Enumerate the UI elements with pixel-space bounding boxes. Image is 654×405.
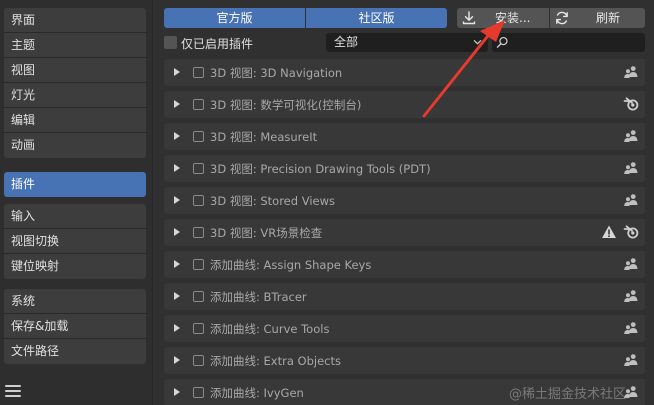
addon-row[interactable]: 添加曲线: Assign Shape Keys xyxy=(164,251,645,278)
search-icon xyxy=(496,36,508,48)
addon-row[interactable]: 添加曲线: Curve Tools xyxy=(164,315,645,342)
sidebar-group-general: 界面 主题 视图 灯光 编辑 动画 xyxy=(4,8,146,158)
addon-name: 添加曲线: BTracer xyxy=(210,290,307,304)
addon-name: 3D 视图: 3D Navigation xyxy=(210,66,343,80)
expand-arrow-icon[interactable] xyxy=(174,196,180,204)
enabled-only-label: 仅已启用插件 xyxy=(181,37,254,51)
community-icon xyxy=(623,192,639,208)
expand-arrow-icon[interactable] xyxy=(174,68,180,76)
sidebar-item-file-paths[interactable]: 文件路径 xyxy=(4,339,146,364)
addon-enable-checkbox[interactable] xyxy=(193,291,204,302)
install-button[interactable]: 安装... xyxy=(457,8,549,28)
community-tab[interactable]: 社区版 xyxy=(306,8,447,28)
refresh-icon xyxy=(556,11,568,25)
addon-enable-checkbox[interactable] xyxy=(193,195,204,206)
addon-enable-checkbox[interactable] xyxy=(193,67,204,78)
addon-enable-checkbox[interactable] xyxy=(193,387,204,398)
addon-enable-checkbox[interactable] xyxy=(193,99,204,110)
addon-name: 添加曲线: Curve Tools xyxy=(210,322,330,336)
expand-arrow-icon[interactable] xyxy=(174,164,180,172)
refresh-button[interactable]: 刷新 xyxy=(550,8,645,28)
expand-arrow-icon[interactable] xyxy=(174,324,180,332)
addon-enable-checkbox[interactable] xyxy=(193,227,204,238)
addon-name: 添加曲线: Assign Shape Keys xyxy=(210,258,372,272)
sidebar-group-input: 输入 视图切换 键位映射 xyxy=(4,204,146,279)
refresh-label: 刷新 xyxy=(596,11,621,25)
sidebar-item-themes[interactable]: 主题 xyxy=(4,33,146,58)
addon-enable-checkbox[interactable] xyxy=(193,259,204,270)
expand-arrow-icon[interactable] xyxy=(174,388,180,396)
sidebar-item-viewport[interactable]: 视图 xyxy=(4,58,146,83)
community-icon xyxy=(623,288,639,304)
blender-icon xyxy=(623,224,639,240)
expand-arrow-icon[interactable] xyxy=(174,356,180,364)
addon-name: 添加曲线: Extra Objects xyxy=(210,354,341,368)
addon-row[interactable]: 3D 视图: Precision Drawing Tools (PDT) xyxy=(164,155,645,182)
community-icon xyxy=(623,352,639,368)
expand-arrow-icon[interactable] xyxy=(174,260,180,268)
sidebar-item-navigation[interactable]: 视图切换 xyxy=(4,229,146,254)
search-input[interactable] xyxy=(492,33,645,52)
install-label: 安装... xyxy=(495,11,531,25)
addon-name: 3D 视图: Precision Drawing Tools (PDT) xyxy=(210,162,431,176)
category-value: 全部 xyxy=(334,35,359,49)
expand-arrow-icon[interactable] xyxy=(174,132,180,140)
sidebar-item-save-load[interactable]: 保存&加载 xyxy=(4,314,146,339)
addon-name: 3D 视图: MeasureIt xyxy=(210,130,318,144)
sidebar: 界面 主题 视图 灯光 编辑 动画 插件 输入 视图切换 键位映射 系统 保存&… xyxy=(0,0,152,405)
official-tab[interactable]: 官方版 xyxy=(164,8,305,28)
addon-list: 3D 视图: 3D Navigation 3D 视图: 数学可视化(控制台) 3… xyxy=(164,59,645,405)
enabled-only-checkbox[interactable] xyxy=(164,36,177,49)
addon-row[interactable]: 3D 视图: MeasureIt xyxy=(164,123,645,150)
addon-row[interactable]: 3D 视图: 数学可视化(控制台) xyxy=(164,91,645,118)
community-icon xyxy=(623,320,639,336)
addon-row[interactable]: 添加曲线: Extra Objects xyxy=(164,347,645,374)
community-icon xyxy=(623,160,639,176)
addon-enable-checkbox[interactable] xyxy=(193,323,204,334)
hamburger-menu-icon[interactable] xyxy=(5,385,21,399)
addon-enable-checkbox[interactable] xyxy=(193,355,204,366)
warning-icon xyxy=(601,224,617,240)
chevron-down-icon xyxy=(473,40,482,45)
addon-row[interactable]: 3D 视图: VR场景检查 xyxy=(164,219,645,246)
sidebar-item-editing[interactable]: 编辑 xyxy=(4,108,146,133)
sidebar-item-animation[interactable]: 动画 xyxy=(4,133,146,158)
watermark: @稀土掘金技术社区 xyxy=(509,387,627,402)
expand-arrow-icon[interactable] xyxy=(174,228,180,236)
expand-arrow-icon[interactable] xyxy=(174,100,180,108)
community-icon xyxy=(623,64,639,80)
sidebar-item-addons[interactable]: 插件 xyxy=(4,172,146,197)
addon-name: 3D 视图: 数学可视化(控制台) xyxy=(210,98,362,112)
addon-name: 添加曲线: IvyGen xyxy=(210,386,304,400)
addon-name: 3D 视图: Stored Views xyxy=(210,194,335,208)
addon-row[interactable]: 3D 视图: Stored Views xyxy=(164,187,645,214)
addon-name: 3D 视图: VR场景检查 xyxy=(210,226,323,240)
community-icon xyxy=(623,128,639,144)
addon-row[interactable]: 3D 视图: 3D Navigation xyxy=(164,59,645,86)
addon-enable-checkbox[interactable] xyxy=(193,131,204,142)
category-dropdown[interactable]: 全部 xyxy=(326,33,488,52)
sidebar-group-addons: 插件 xyxy=(4,172,146,197)
sidebar-item-lights[interactable]: 灯光 xyxy=(4,83,146,108)
sidebar-item-system[interactable]: 系统 xyxy=(4,289,146,314)
blender-icon xyxy=(623,96,639,112)
addon-row[interactable]: 添加曲线: BTracer xyxy=(164,283,645,310)
sidebar-item-keymap[interactable]: 键位映射 xyxy=(4,254,146,279)
addon-enable-checkbox[interactable] xyxy=(193,163,204,174)
download-icon xyxy=(462,11,476,25)
sidebar-item-input[interactable]: 输入 xyxy=(4,204,146,229)
panel-divider xyxy=(152,0,153,405)
sidebar-item-interface[interactable]: 界面 xyxy=(4,8,146,33)
sidebar-group-system: 系统 保存&加载 文件路径 xyxy=(4,289,146,364)
community-icon xyxy=(623,256,639,272)
expand-arrow-icon[interactable] xyxy=(174,292,180,300)
